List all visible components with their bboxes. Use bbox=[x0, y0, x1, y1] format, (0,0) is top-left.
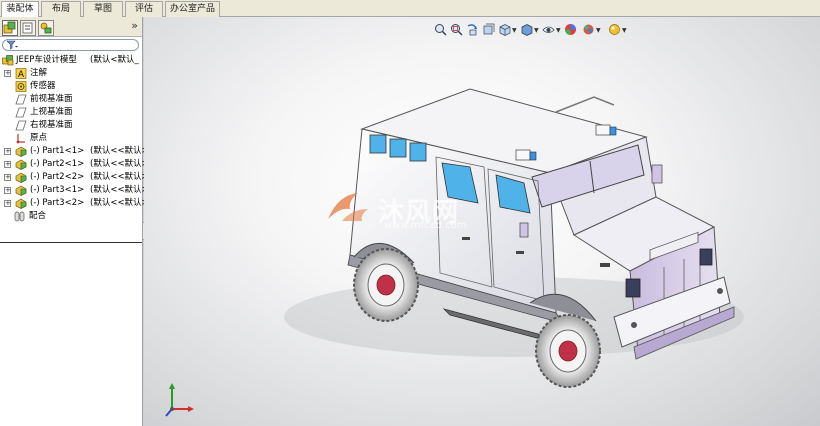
reference-triad-icon bbox=[165, 383, 194, 417]
tree-item-right-plane[interactable]: 右视基准面 bbox=[0, 119, 142, 132]
part-icon bbox=[15, 159, 27, 170]
tree-root-assembly[interactable]: JEEP车设计模型 (默认<默认_ bbox=[0, 54, 142, 67]
jeep-3d-model[interactable] bbox=[144, 17, 820, 426]
mates-icon bbox=[14, 211, 25, 222]
expand-toggle[interactable]: + bbox=[4, 161, 11, 168]
sensors-icon bbox=[15, 81, 27, 92]
part-icon bbox=[15, 198, 27, 209]
svg-text:A: A bbox=[18, 70, 25, 79]
tree-item-part[interactable]: + (-) Part1<1> (默认<<默认>_ bbox=[0, 145, 153, 158]
feature-tree: JEEP车设计模型 (默认<默认_ + A 注解 传感器 前视基准面 上视基准面… bbox=[0, 54, 153, 223]
part-icon bbox=[15, 146, 27, 157]
filter-icon[interactable] bbox=[6, 40, 18, 50]
tree-item-label: 右视基准面 bbox=[30, 120, 73, 130]
tree-item-top-plane[interactable]: 上视基准面 bbox=[0, 106, 142, 119]
plane-icon bbox=[15, 107, 27, 118]
tab-evaluate[interactable]: 评估 bbox=[125, 1, 163, 17]
tree-item-label: (-) Part3<1> bbox=[30, 185, 85, 195]
tree-root-config: (默认<默认_ bbox=[90, 55, 139, 65]
tree-item-part[interactable]: + (-) Part2<1> (默认<<默认>_ bbox=[0, 158, 153, 171]
tree-item-label: (-) Part3<2> bbox=[30, 198, 85, 208]
command-manager-tabs: 装配体 布局 草图 评估 办公室产品 bbox=[0, 0, 820, 18]
tree-item-label: 上视基准面 bbox=[30, 107, 73, 117]
expand-toggle[interactable]: + bbox=[4, 187, 11, 194]
watermark-logo-icon bbox=[328, 193, 368, 221]
tree-item-part[interactable]: + (-) Part3<1> (默认<<默认>_ bbox=[0, 184, 153, 197]
featuremanager-icon[interactable] bbox=[2, 20, 18, 36]
panel-tab-strip: » bbox=[0, 17, 142, 37]
expand-toggle[interactable]: + bbox=[4, 148, 11, 155]
tree-item-label: 原点 bbox=[30, 133, 48, 143]
tree-item-mates[interactable]: 配合 bbox=[0, 210, 142, 223]
tree-item-part[interactable]: + (-) Part2<2> (默认<<默认>_ bbox=[0, 171, 153, 184]
tab-sketch[interactable]: 草图 bbox=[83, 1, 123, 17]
tree-item-label: 前视基准面 bbox=[30, 94, 73, 104]
tree-item-sensors[interactable]: 传感器 bbox=[0, 80, 142, 93]
tab-layout[interactable]: 布局 bbox=[41, 1, 81, 17]
configurationmanager-icon[interactable] bbox=[38, 20, 54, 36]
tree-item-label: 注解 bbox=[30, 68, 48, 78]
expand-toggle[interactable]: + bbox=[4, 174, 11, 181]
part-icon bbox=[15, 172, 27, 183]
plane-icon bbox=[15, 94, 27, 105]
tree-item-label: (-) Part1<1> bbox=[30, 146, 85, 156]
tree-item-annotations[interactable]: + A 注解 bbox=[0, 67, 142, 80]
plane-icon bbox=[15, 120, 27, 131]
expand-toggle[interactable]: + bbox=[4, 200, 11, 207]
tree-item-front-plane[interactable]: 前视基准面 bbox=[0, 93, 142, 106]
expand-toggle[interactable]: + bbox=[4, 70, 11, 77]
propertymanager-icon[interactable] bbox=[20, 20, 36, 36]
annotations-icon: A bbox=[15, 68, 27, 79]
tree-item-origin[interactable]: 原点 bbox=[0, 132, 142, 145]
origin-icon bbox=[16, 134, 25, 144]
tree-item-label: (-) Part2<1> bbox=[30, 159, 85, 169]
tree-item-label: 配合 bbox=[29, 211, 47, 221]
feature-manager-panel: » JEEP车设计模型 (默认<默认_ + A 注解 传感器 前视基准面 上视基… bbox=[0, 17, 153, 426]
tree-root-label: JEEP车设计模型 bbox=[16, 55, 77, 65]
tab-office-products[interactable]: 办公室产品 bbox=[165, 1, 220, 17]
assembly-icon bbox=[2, 55, 14, 66]
tree-filter-row bbox=[0, 37, 142, 52]
tab-assembly[interactable]: 装配体 bbox=[1, 1, 39, 18]
panel-expand-icon[interactable]: » bbox=[131, 19, 138, 32]
tree-item-part[interactable]: + (-) Part3<2> (默认<<默认>_ bbox=[0, 197, 153, 210]
tree-item-label: 传感器 bbox=[30, 81, 56, 91]
part-icon bbox=[15, 185, 27, 196]
tree-item-label: (-) Part2<2> bbox=[30, 172, 85, 182]
tree-divider bbox=[0, 242, 142, 243]
watermark-url: www.mfcad.com bbox=[384, 220, 467, 231]
tree-filter-field[interactable] bbox=[2, 39, 139, 51]
graphics-area[interactable]: ▼ ▼ ▼ ▼ ▼ 沐风网 www.mfcad.com bbox=[144, 17, 820, 426]
